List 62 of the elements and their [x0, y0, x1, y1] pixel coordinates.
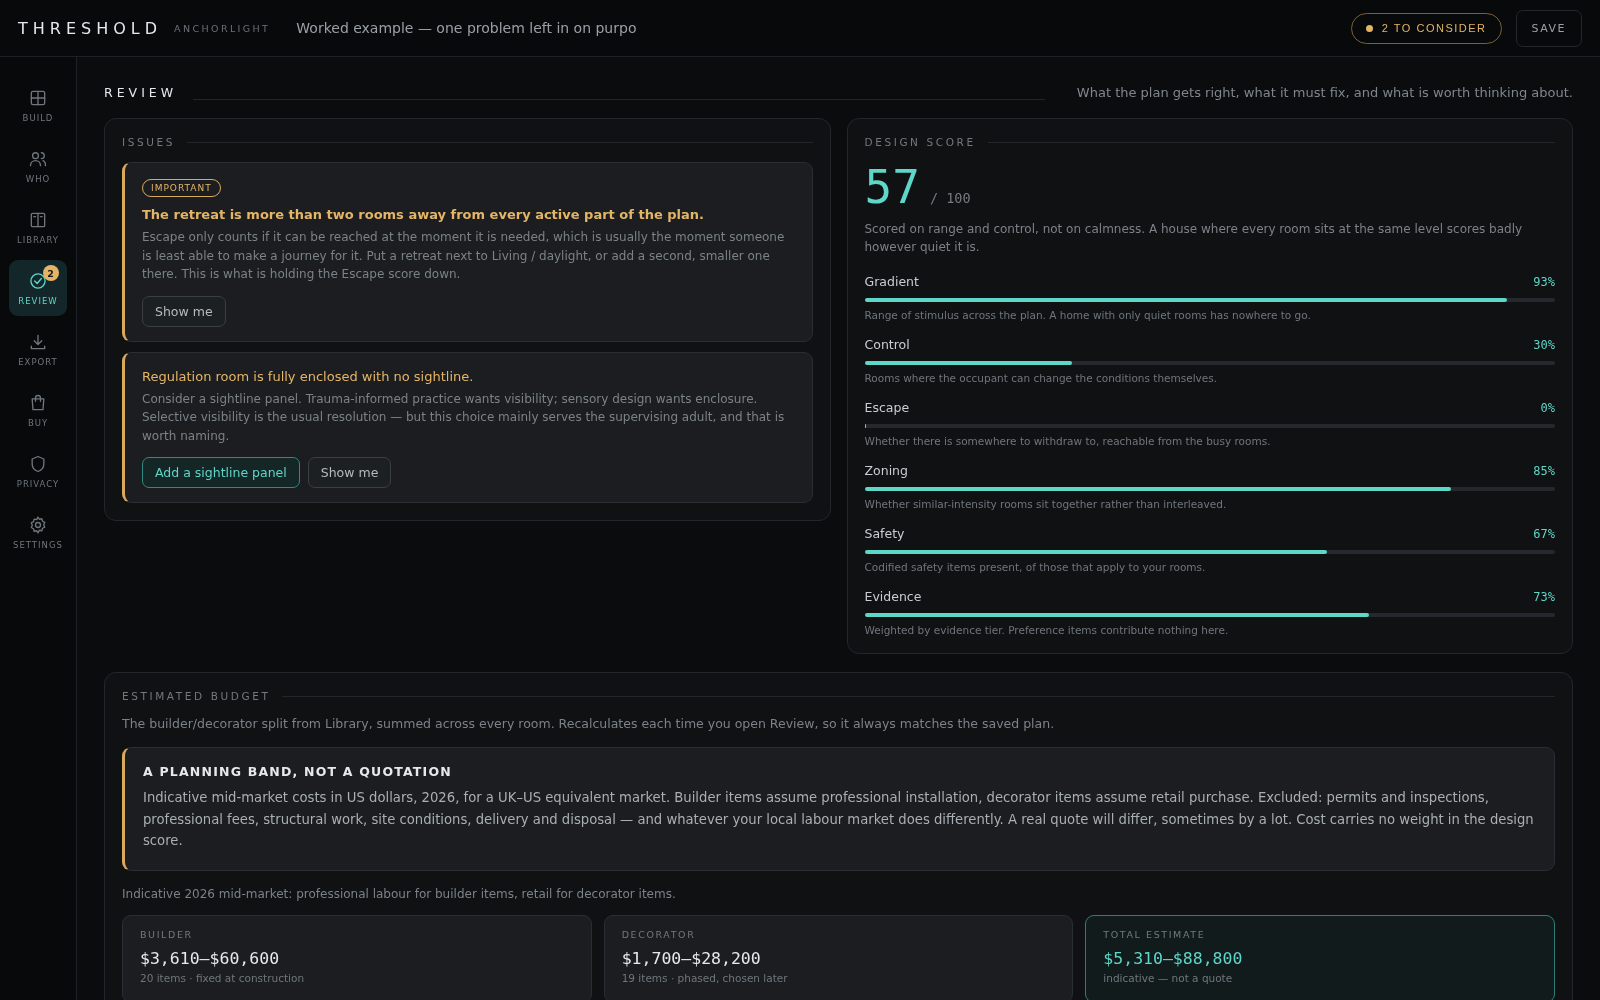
- estimate-label: BUILDER: [140, 928, 194, 940]
- sidebar-item[interactable]: PRIVACY: [9, 443, 67, 499]
- section-title: DESIGN SCORE: [864, 136, 976, 148]
- sidebar-item[interactable]: REVIEW 2: [9, 260, 67, 316]
- metric-percent: 30%: [1533, 338, 1555, 352]
- issue-description: Escape only counts if it can be reached at the moment it is needed, which is usually the moment someone is least able to make a journey for it. Put a retreat next to Living / daylight, or add a second, smaller one there. This is what is holding the Escape score down.: [142, 229, 786, 283]
- estimate-amount: $5,310–$88,800: [1103, 948, 1244, 968]
- show-me-button[interactable]: Show me: [307, 457, 392, 488]
- estimate-detail: 20 items · fixed at construction: [140, 971, 306, 984]
- metric-description: Whether similar-intensity rooms sit together rather than interleaved.: [864, 498, 1228, 510]
- metric-name: Escape: [864, 400, 910, 415]
- metric-percent: 93%: [1533, 275, 1555, 289]
- check-circle-icon: [28, 270, 48, 291]
- sidebar-item[interactable]: LIBRARY: [9, 199, 67, 255]
- sidebar-item[interactable]: SETTINGS: [9, 504, 67, 560]
- show-me-button[interactable]: Show me: [142, 295, 226, 327]
- issue-description: Consider a sightline panel. Trauma-informed practice wants visibility; sensory design wants enclosure. Selective visibility is the usual resolution — but this choice mainly serves the supervising adult, and that is worth naming.: [142, 390, 786, 445]
- page-title: REVIEW: [104, 85, 178, 100]
- budget-description: The builder/decorator split from Library, summed across every room. Recalculates each time you open Review, so it always matches the saved plan.: [122, 716, 1056, 731]
- metric-percent: 85%: [1533, 464, 1555, 478]
- metric-description: Rooms where the occupant can change the conditions themselves.: [864, 372, 1219, 384]
- notice-title: A PLANNING BAND, NOT A QUOTATION: [143, 764, 453, 779]
- metric-description: Codified safety items present, of those that apply to your rooms.: [864, 561, 1207, 573]
- section-title: ISSUES: [122, 136, 175, 148]
- sidebar-item[interactable]: BUILD: [9, 77, 67, 133]
- page-subtitle: What the plan gets right, what it must fix, and what is worth thinking about.: [1076, 85, 1573, 100]
- score-max: / 100: [929, 190, 971, 206]
- sidebar-item[interactable]: BUY: [9, 382, 67, 438]
- settings-icon: [28, 514, 48, 535]
- metric-percent: 0%: [1540, 401, 1555, 415]
- estimate-amount: $1,700–$28,200: [621, 948, 762, 968]
- budget-note: Indicative 2026 mid-market: professional labour for builder items, retail for decorator items.: [122, 886, 677, 901]
- notice-text: Indicative mid-market costs in US dollars, 2026, for a UK–US equivalent market. Builder items assume professional installation, decorator items assume retail purchase. Excluded: permits and inspections, professional fees, structural work, site conditions, delivery and disposal — and whatever your local labour market does differently. A real quote will differ, sometimes by a lot. Cost carries no weight in the design score.: [143, 789, 1535, 850]
- status-dot-icon: [1365, 24, 1373, 32]
- metric-description: Range of stimulus across the plan. A home with only quiet rooms has nowhere to go.: [864, 309, 1312, 321]
- count-badge: 2: [43, 265, 59, 281]
- metric-name: Zoning: [864, 463, 908, 478]
- metric-name: Gradient: [864, 274, 919, 289]
- metric-name: Evidence: [864, 589, 922, 604]
- metric-name: Control: [864, 337, 910, 352]
- score-value: 57: [864, 160, 920, 214]
- issue-title: Regulation room is fully enclosed with no sightline.: [142, 368, 475, 384]
- metric-description: Weighted by evidence tier. Preference items contribute nothing here.: [864, 624, 1230, 636]
- issue-title: The retreat is more than two rooms away from every active part of the plan.: [142, 207, 705, 222]
- metric-description: Whether there is somewhere to withdraw to, reachable from the busy rooms.: [864, 435, 1272, 447]
- metric-name: Safety: [864, 526, 905, 541]
- metric-percent: 73%: [1533, 590, 1555, 604]
- estimate-label: DECORATOR: [621, 928, 697, 940]
- save-button[interactable]: SAVE: [1515, 9, 1582, 47]
- app-logo: THRESHOLD: [18, 18, 163, 38]
- estimate-amount: $3,610–$60,600: [140, 948, 281, 968]
- estimate-detail: indicative — not a quote: [1103, 971, 1234, 984]
- section-title: ESTIMATED BUDGET: [122, 690, 271, 702]
- sidebar-item[interactable]: EXPORT: [9, 321, 67, 377]
- brand-subtitle: ANCHORLIGHT: [174, 22, 271, 34]
- action-button[interactable]: Add a sightline panel: [142, 457, 300, 488]
- tagline: Worked example — one problem left in on purpo: [296, 20, 637, 36]
- metric-percent: 67%: [1533, 527, 1555, 541]
- estimate-detail: 19 items · phased, chosen later: [621, 971, 789, 984]
- sidebar-item[interactable]: WHO: [9, 138, 67, 194]
- estimate-label: TOTAL ESTIMATE: [1103, 928, 1207, 940]
- score-description: Scored on range and control, not on calmness. A house where every room sits at the same level scores badly however quiet it is.: [864, 221, 1524, 256]
